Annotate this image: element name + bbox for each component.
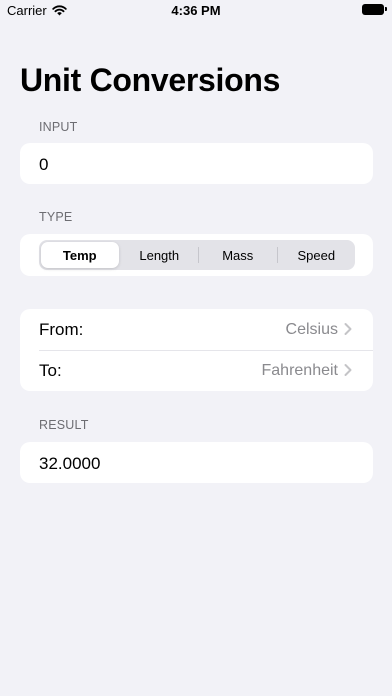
segment-temp[interactable]: Temp	[41, 242, 119, 268]
segment-mass[interactable]: Mass	[199, 242, 277, 268]
units-card: From: Celsius To: Fahrenheit	[20, 309, 373, 391]
chevron-right-icon	[344, 364, 352, 376]
to-label: To:	[39, 360, 62, 380]
page-title: Unit Conversions	[20, 62, 281, 98]
input-card: 0	[20, 143, 373, 184]
from-value: Celsius	[285, 320, 338, 338]
to-value: Fahrenheit	[261, 361, 339, 379]
clock: 4:36 PM	[171, 3, 221, 18]
result-section-header: RESULT	[39, 418, 89, 432]
result-value: 32.0000	[39, 454, 101, 473]
input-field[interactable]: 0	[39, 155, 48, 175]
status-bar: Carrier 4:36 PM	[0, 0, 392, 24]
to-row[interactable]: To: Fahrenheit	[20, 350, 373, 391]
result-card: 32.0000	[20, 442, 373, 483]
battery-icon	[362, 4, 387, 15]
segment-speed[interactable]: Speed	[278, 242, 356, 268]
screen: Carrier 4:36 PM Unit Conversions INPUT 0…	[0, 0, 392, 696]
from-row[interactable]: From: Celsius	[20, 309, 373, 350]
segment-length[interactable]: Length	[121, 242, 199, 268]
from-label: From:	[39, 319, 84, 339]
input-section-header: INPUT	[39, 120, 78, 134]
type-card: Temp Length Mass Speed	[20, 234, 373, 276]
unit-type-segmented-control: Temp Length Mass Speed	[39, 240, 355, 270]
chevron-right-icon	[344, 323, 352, 335]
type-section-header: TYPE	[39, 210, 73, 224]
